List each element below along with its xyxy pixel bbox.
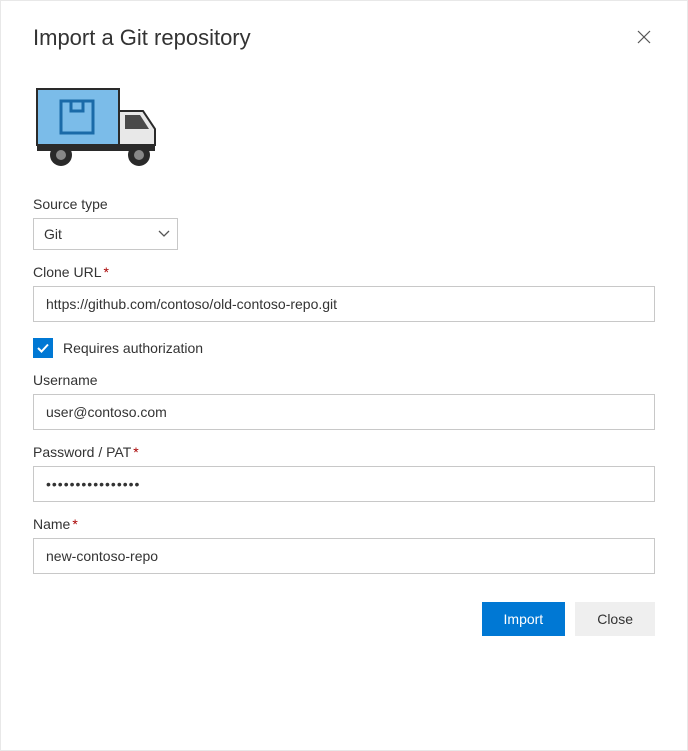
password-input[interactable] (33, 466, 655, 502)
source-type-label: Source type (33, 196, 655, 212)
name-input[interactable] (33, 538, 655, 574)
clone-url-field: Clone URL* (33, 264, 655, 322)
clone-url-label: Clone URL* (33, 264, 655, 280)
username-field: Username (33, 372, 655, 430)
requires-auth-label: Requires authorization (63, 340, 203, 356)
requires-auth-row: Requires authorization (33, 338, 655, 358)
source-type-field: Source type Git (33, 196, 655, 250)
dialog-title: Import a Git repository (33, 25, 251, 51)
source-type-select[interactable]: Git (33, 218, 178, 250)
source-type-value: Git (44, 226, 62, 242)
truck-illustration (33, 81, 655, 176)
username-input[interactable] (33, 394, 655, 430)
close-button[interactable]: Close (575, 602, 655, 636)
close-icon-button[interactable] (633, 25, 655, 51)
username-label: Username (33, 372, 655, 388)
dialog-footer: Import Close (33, 602, 655, 636)
clone-url-input[interactable] (33, 286, 655, 322)
dialog-header: Import a Git repository (33, 25, 655, 51)
close-icon (637, 30, 651, 44)
import-dialog: Import a Git repository (1, 1, 687, 660)
name-label: Name* (33, 516, 655, 532)
password-label: Password / PAT* (33, 444, 655, 460)
check-icon (36, 341, 50, 355)
name-field: Name* (33, 516, 655, 574)
password-field: Password / PAT* (33, 444, 655, 502)
import-button[interactable]: Import (482, 602, 566, 636)
requires-auth-checkbox[interactable] (33, 338, 53, 358)
